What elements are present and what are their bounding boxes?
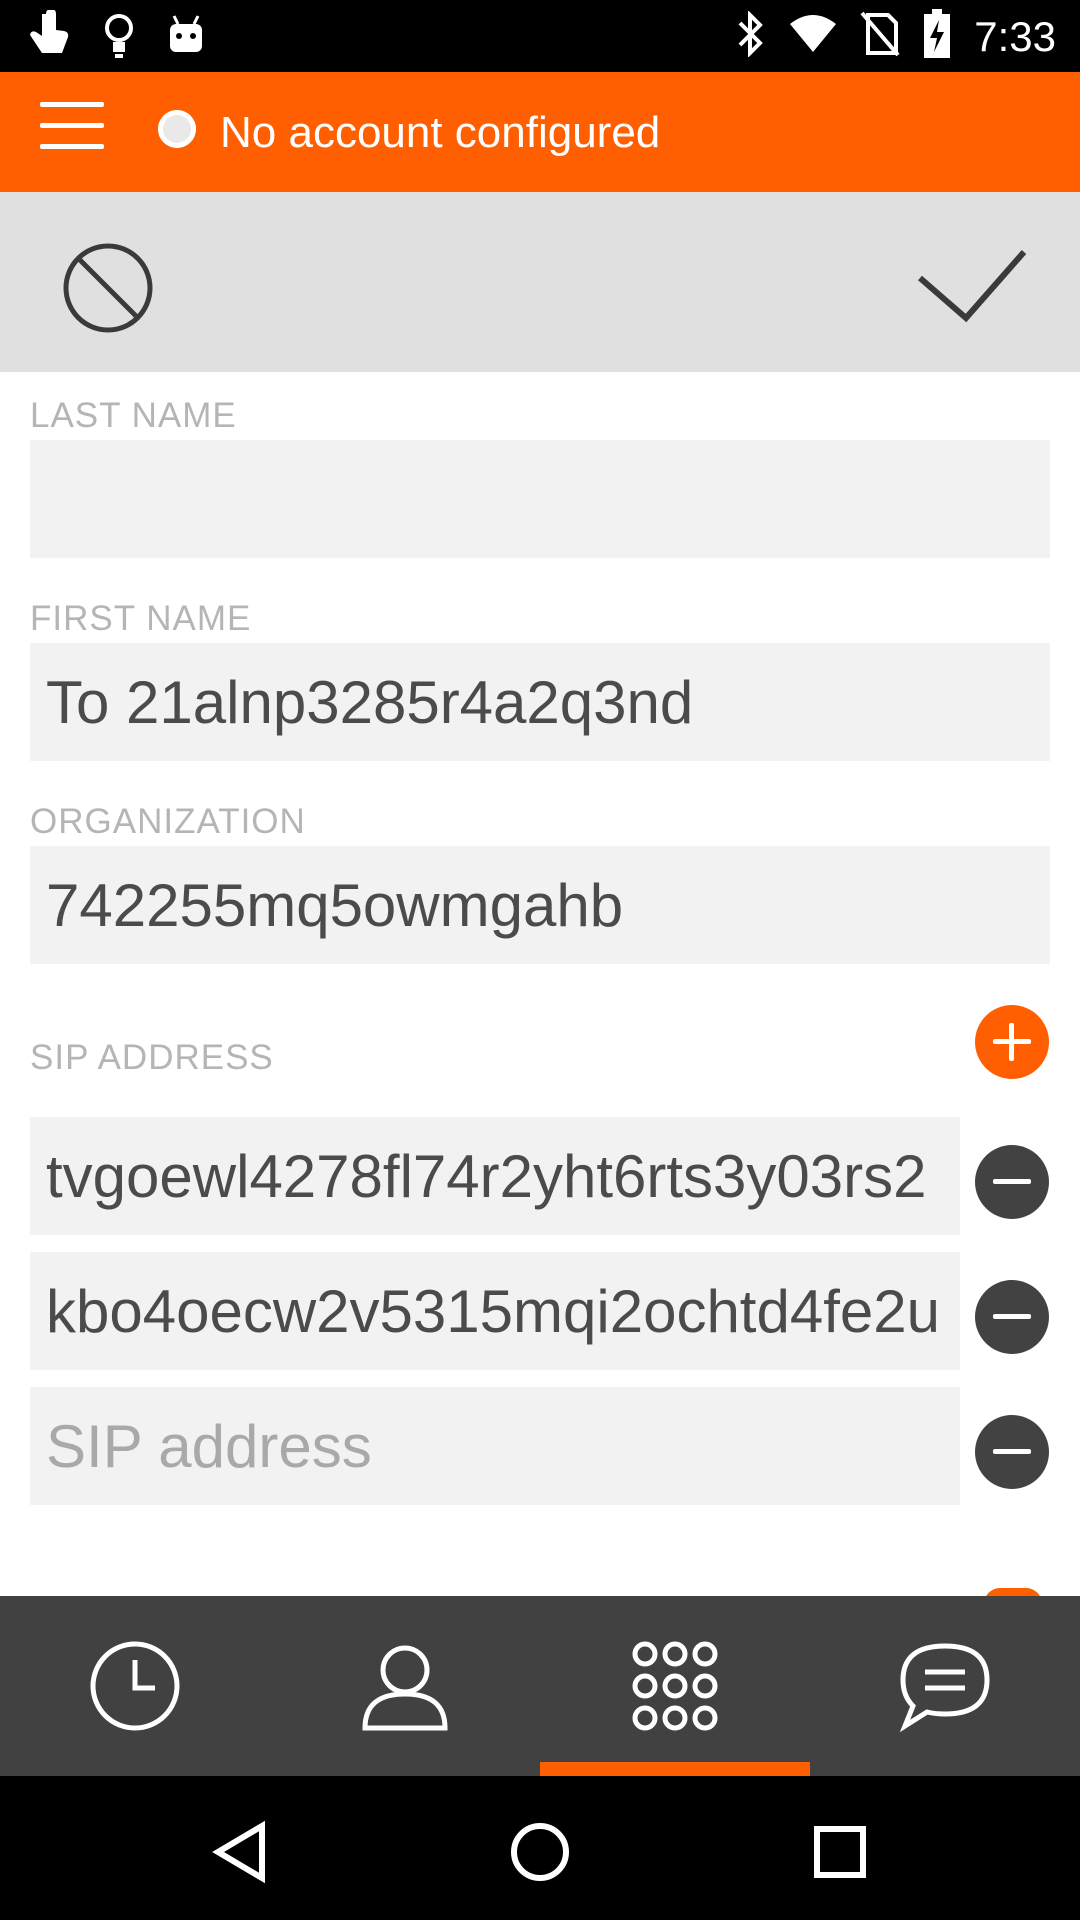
account-status-dot	[158, 110, 196, 148]
battery-charging-icon	[922, 8, 952, 65]
tab-chat[interactable]	[810, 1596, 1080, 1776]
recents-icon	[814, 1826, 866, 1878]
status-bar: 7:33	[0, 0, 1080, 72]
organization-field[interactable]	[30, 846, 1050, 964]
chat-icon	[899, 1643, 990, 1732]
clock-icon	[90, 1641, 180, 1731]
menu-button[interactable]	[40, 102, 104, 162]
sip-address-field-1[interactable]	[30, 1117, 960, 1235]
recents-button[interactable]	[800, 1812, 880, 1892]
remove-sip-address-button-1[interactable]	[975, 1145, 1049, 1219]
bottom-tab-bar	[0, 1596, 1080, 1776]
account-status-text: No account configured	[220, 108, 661, 157]
sip-address-label: SIP ADDRESS	[30, 1038, 274, 1077]
lightbulb-icon	[102, 12, 136, 65]
clock-time: 7:33	[974, 12, 1056, 60]
cancel-icon	[63, 243, 153, 333]
tab-contacts[interactable]	[270, 1596, 540, 1776]
wifi-icon	[788, 14, 838, 59]
organization-label: ORGANIZATION	[30, 802, 306, 841]
home-button[interactable]	[500, 1812, 580, 1892]
tab-dialer[interactable]	[540, 1596, 810, 1776]
sip-address-field-2[interactable]	[30, 1252, 960, 1370]
app-bar: No account configured	[0, 72, 1080, 192]
home-icon	[511, 1823, 569, 1881]
sip-address-field-new[interactable]	[30, 1387, 960, 1505]
cancel-button[interactable]	[58, 238, 158, 338]
android-icon	[166, 14, 206, 63]
checkmark-icon	[918, 250, 1027, 323]
system-navigation-bar	[0, 1776, 1080, 1920]
add-sip-address-button[interactable]	[975, 1005, 1049, 1079]
remove-sip-address-button-3[interactable]	[975, 1415, 1049, 1489]
back-button[interactable]	[200, 1812, 280, 1892]
first-name-label: FIRST NAME	[30, 599, 252, 638]
last-name-field[interactable]	[30, 440, 1050, 558]
tab-history[interactable]	[0, 1596, 270, 1776]
no-sim-icon	[860, 11, 900, 62]
last-name-label: LAST NAME	[30, 396, 237, 435]
bluetooth-icon	[736, 10, 766, 62]
remove-sip-address-button-2[interactable]	[975, 1280, 1049, 1354]
first-name-field[interactable]	[30, 643, 1050, 761]
dialpad-icon	[632, 1641, 718, 1731]
edit-action-bar	[0, 192, 1080, 372]
touch-icon	[28, 9, 72, 67]
back-icon	[212, 1820, 265, 1884]
confirm-button[interactable]	[914, 236, 1030, 336]
selected-tab-indicator	[540, 1762, 810, 1776]
person-icon	[362, 1645, 448, 1731]
